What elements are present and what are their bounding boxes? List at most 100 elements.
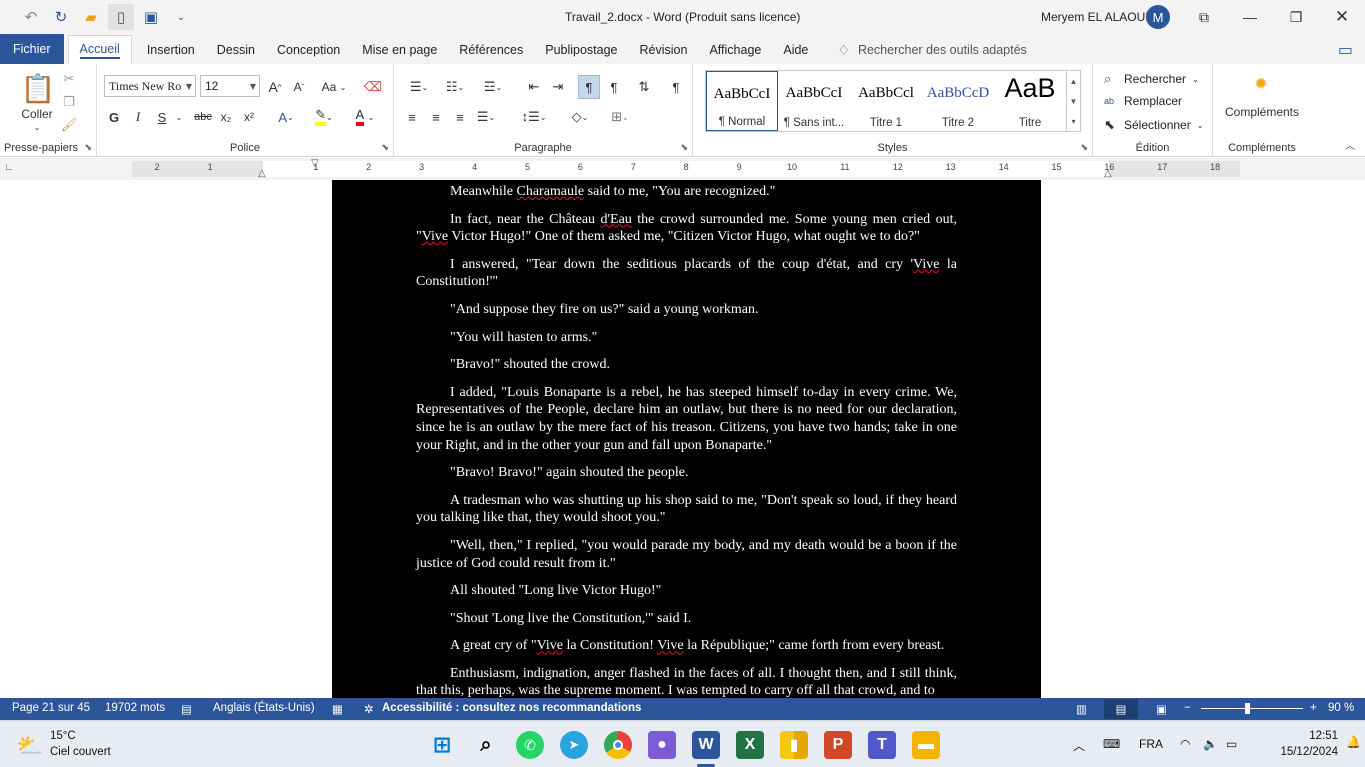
find-button[interactable]: ⌕ Rechercher ⌄ <box>1104 71 1199 87</box>
sort-icon[interactable]: ⇅ <box>634 77 654 97</box>
zoom-in-icon[interactable]: + <box>1310 702 1317 714</box>
windows-start-icon[interactable]: ⊞ <box>428 731 456 759</box>
tab-insert[interactable]: Insertion <box>136 36 206 64</box>
numbering-icon[interactable]: ☷ ⌄ <box>440 77 470 97</box>
clear-formatting-icon[interactable]: ⌫ <box>363 77 383 97</box>
superscript-button[interactable]: x² <box>240 107 258 127</box>
font-launcher-icon[interactable]: ⬊ <box>381 142 389 153</box>
avatar[interactable]: M <box>1146 5 1170 29</box>
font-size-dropdown-icon[interactable]: ▼ <box>250 82 256 91</box>
clipboard-launcher-icon[interactable]: ⬊ <box>84 142 92 153</box>
scroll-up-icon[interactable]: ▲ <box>1070 77 1078 86</box>
replace-button[interactable]: ab Remplacer <box>1104 94 1182 108</box>
paragraph[interactable]: All shouted "Long live Victor Hugo!" <box>416 582 957 600</box>
paragraph[interactable]: "Bravo!" shouted the crowd. <box>416 356 957 374</box>
user-name[interactable]: Meryem EL ALAOUI <box>1041 10 1149 24</box>
ruler-right-indent-icon[interactable]: △ <box>1104 168 1112 179</box>
style-no-spacing[interactable]: AaBbCcI ¶ Sans int... <box>778 71 850 131</box>
clock-time[interactable]: 12:51 <box>1286 730 1338 742</box>
tab-help[interactable]: Aide <box>772 36 819 64</box>
multilevel-list-icon[interactable]: ☲ ⌄ <box>478 77 508 97</box>
comments-icon[interactable]: ▭ <box>1338 40 1353 60</box>
italic-button[interactable]: I <box>129 107 147 127</box>
open-folder-icon[interactable]: ▰ <box>78 4 104 30</box>
align-center-icon[interactable]: ≡ <box>426 107 446 127</box>
document-page[interactable]: Meanwhile Charamaule said to me, "You ar… <box>332 180 1041 698</box>
ruler-hanging-indent-icon[interactable]: △ <box>258 168 266 179</box>
borders-icon[interactable]: ⊞ ⌄ <box>604 107 636 127</box>
minimize-button[interactable]: — <box>1227 0 1273 34</box>
subscript-button[interactable]: x₂ <box>217 107 235 127</box>
restore-button[interactable]: ❐ <box>1273 0 1319 34</box>
meet-icon[interactable]: ● <box>648 731 676 759</box>
ruler-first-line-indent-icon[interactable]: ▽ <box>311 158 319 169</box>
tab-selector-icon[interactable]: ∟ <box>4 162 18 176</box>
tab-mailings[interactable]: Publipostage <box>534 36 628 64</box>
text-effects-icon[interactable]: A ⌄ <box>273 107 299 127</box>
strikethrough-button[interactable]: abc <box>192 107 214 127</box>
chrome-icon[interactable] <box>604 731 632 759</box>
styles-launcher-icon[interactable]: ⬊ <box>1080 142 1088 153</box>
weather-cloud-sun-icon[interactable]: ⛅ <box>16 733 43 759</box>
addins-button[interactable]: Compléments <box>1217 104 1307 120</box>
language-status[interactable]: Anglais (États-Unis) <box>213 702 315 714</box>
shading-icon[interactable]: ◇ ⌄ <box>564 107 596 127</box>
undo-icon[interactable]: ↶ <box>18 4 44 30</box>
paste-button[interactable]: Coller <box>14 106 60 122</box>
cut-icon[interactable]: ✂ <box>60 70 78 88</box>
underline-dropdown-icon[interactable]: ⌄ <box>173 107 185 127</box>
justify-icon[interactable]: ☰ ⌄ <box>474 107 498 127</box>
zoom-out-icon[interactable]: − <box>1184 702 1191 714</box>
highlight-color-icon[interactable]: ✎ ⌄ <box>307 107 341 127</box>
collapse-ribbon-icon[interactable]: ︿ <box>1345 137 1355 152</box>
paragraph[interactable]: A great cry of "Vive la Constitution! Vi… <box>416 637 957 655</box>
tab-references[interactable]: Références <box>448 36 534 64</box>
new-document-icon[interactable]: ▯ <box>108 4 134 30</box>
tab-draw[interactable]: Dessin <box>206 36 266 64</box>
paste-icon[interactable]: 📋 <box>21 70 56 106</box>
print-layout-icon[interactable]: ▤ <box>1104 699 1138 719</box>
battery-icon[interactable]: ▭ <box>1226 737 1237 751</box>
font-color-icon[interactable]: A ⌄ <box>349 107 381 127</box>
whatsapp-icon[interactable]: ✆ <box>516 731 544 759</box>
file-explorer-icon[interactable]: ▬ <box>912 731 940 759</box>
notifications-icon[interactable]: 🔔 <box>1346 735 1361 749</box>
show-hidden-icons[interactable]: ︿ <box>1073 737 1085 754</box>
grow-font-icon[interactable]: A ^ <box>265 77 285 97</box>
power-bi-icon[interactable]: ▮ <box>780 731 808 759</box>
paragraph[interactable]: I answered, "Tear down the seditious pla… <box>416 256 957 291</box>
excel-icon[interactable]: X <box>736 731 764 759</box>
paragraph[interactable]: "And suppose they fire on us?" said a yo… <box>416 301 957 319</box>
tab-review[interactable]: Révision <box>629 36 699 64</box>
line-spacing-icon[interactable]: ↕☰ ⌄ <box>518 107 550 127</box>
teams-icon[interactable]: T <box>868 731 896 759</box>
accessibility-icon[interactable]: ✲ <box>364 702 374 716</box>
select-button[interactable]: ⬉ Sélectionner ⌄ <box>1104 117 1203 133</box>
telegram-icon[interactable]: ➤ <box>560 731 588 759</box>
ltr-direction-icon[interactable]: ¶ <box>578 75 600 99</box>
addins-icon[interactable]: ✹ <box>1249 74 1273 94</box>
tell-me-search[interactable]: ♢ Rechercher des outils adaptés <box>819 36 1026 64</box>
weather-description[interactable]: Ciel couvert <box>50 746 111 758</box>
font-name-dropdown-icon[interactable]: ▼ <box>186 82 192 91</box>
tab-design[interactable]: Conception <box>266 36 351 64</box>
paragraph[interactable]: A tradesman who was shutting up his shop… <box>416 492 957 527</box>
paste-dropdown-icon[interactable]: ⌄ <box>30 122 44 132</box>
redo-icon[interactable]: ↻ <box>48 4 74 30</box>
powerpoint-icon[interactable]: P <box>824 731 852 759</box>
ribbon-display-icon[interactable]: ⧉ <box>1181 0 1227 34</box>
word-icon[interactable]: W <box>692 731 720 759</box>
page-count[interactable]: Page 21 sur 45 <box>12 702 90 714</box>
tab-view[interactable]: Affichage <box>698 36 772 64</box>
keyboard-icon[interactable]: ⌨ <box>1103 737 1120 751</box>
styles-gallery-scroll[interactable]: ▲ ▼ ▾ <box>1066 71 1080 131</box>
paragraph[interactable]: Meanwhile Charamaule said to me, "You ar… <box>416 183 957 201</box>
change-case-button[interactable]: Aa ⌄ <box>319 77 349 97</box>
web-layout-icon[interactable]: ▣ <box>1156 702 1167 716</box>
bullets-icon[interactable]: ☰ ⌄ <box>404 77 434 97</box>
paragraph[interactable]: In fact, near the Château d'Eau the crow… <box>416 211 957 246</box>
style-title[interactable]: AaB Titre <box>994 71 1066 131</box>
document-text[interactable]: Meanwhile Charamaule said to me, "You ar… <box>416 183 957 698</box>
underline-button[interactable]: S <box>153 107 171 127</box>
volume-icon[interactable]: 🔈 <box>1203 737 1218 751</box>
